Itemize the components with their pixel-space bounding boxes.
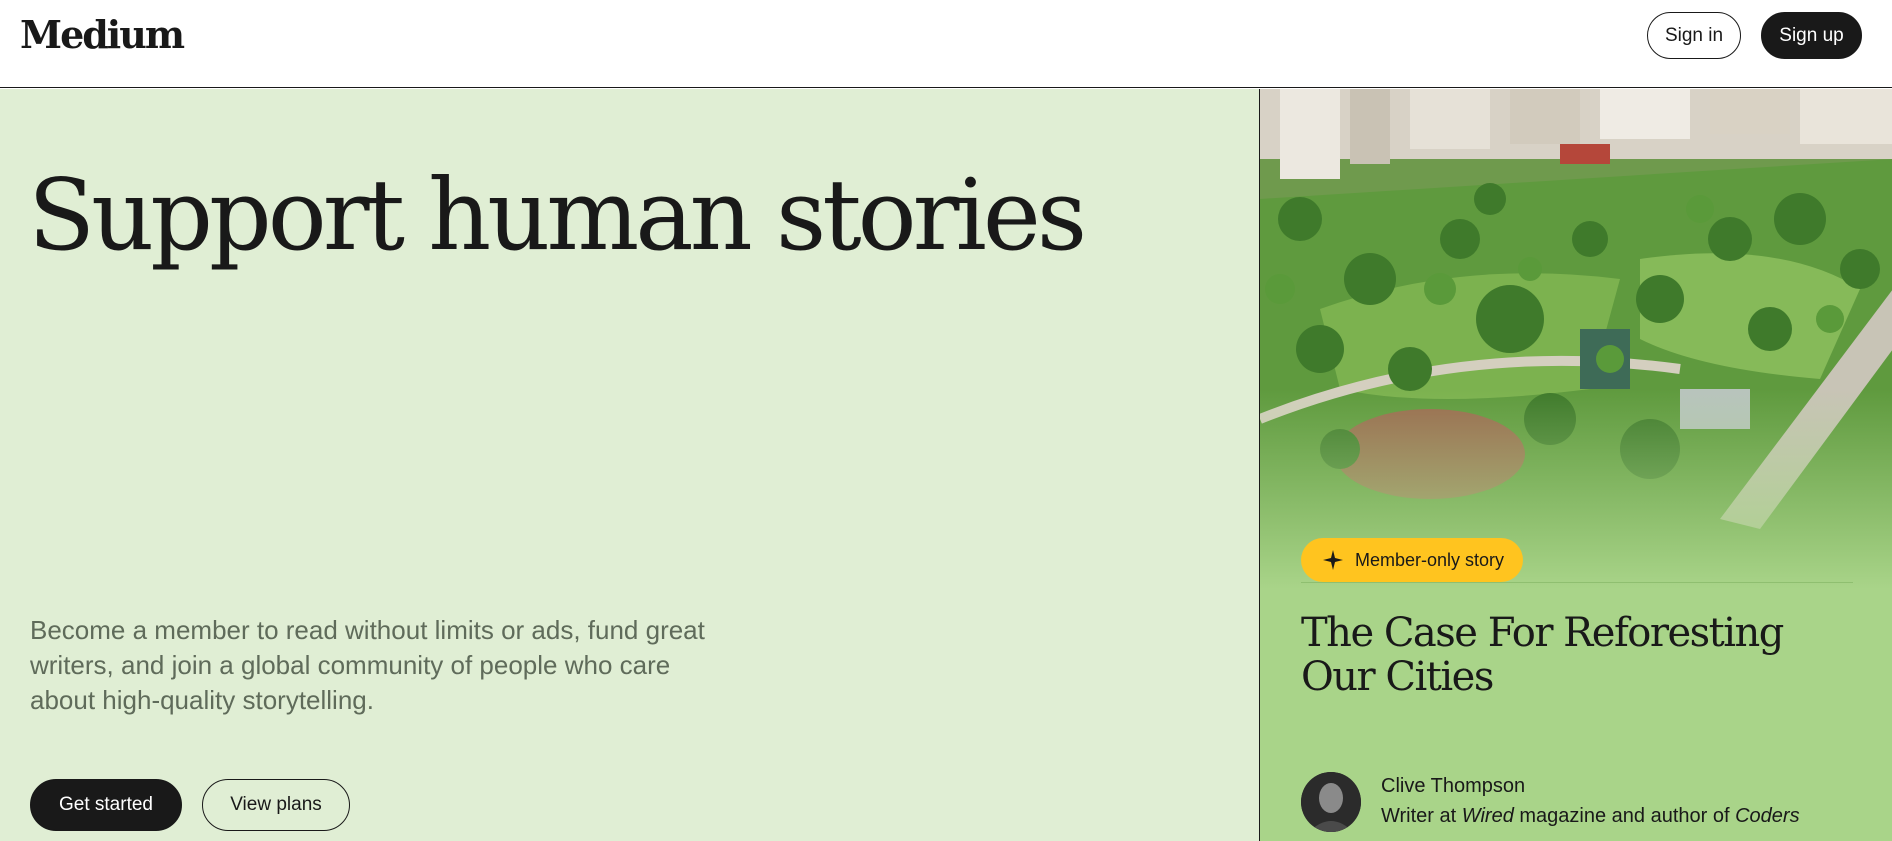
sign-in-button[interactable]: Sign in [1647,12,1741,59]
park-aerial-image [1260,89,1892,589]
get-started-button[interactable]: Get started [30,779,182,831]
featured-story-card[interactable]: Member-only story The Case For Reforesti… [1259,89,1892,841]
story-title[interactable]: The Case For Reforesting Our Cities [1301,611,1861,699]
author-avatar[interactable] [1301,772,1361,832]
hero-subtitle: Become a member to read without limits o… [30,615,705,715]
sparkle-icon [1323,550,1343,570]
member-only-badge: Member-only story [1301,538,1523,582]
hero-section: Support human stories Become a member to… [0,89,1259,841]
divider [1301,582,1853,583]
author-name[interactable]: Clive Thompson [1381,775,1525,798]
badge-label: Member-only story [1355,549,1505,570]
sign-up-button[interactable]: Sign up [1761,12,1862,59]
hero-title: Support human stories [28,159,1087,273]
view-plans-button[interactable]: View plans [202,779,350,831]
author-bio: Writer at Wired magazine and author of C… [1381,805,1800,827]
top-nav: Medium Sign in Sign up [0,0,1892,88]
medium-logo[interactable]: Medium [20,12,185,57]
